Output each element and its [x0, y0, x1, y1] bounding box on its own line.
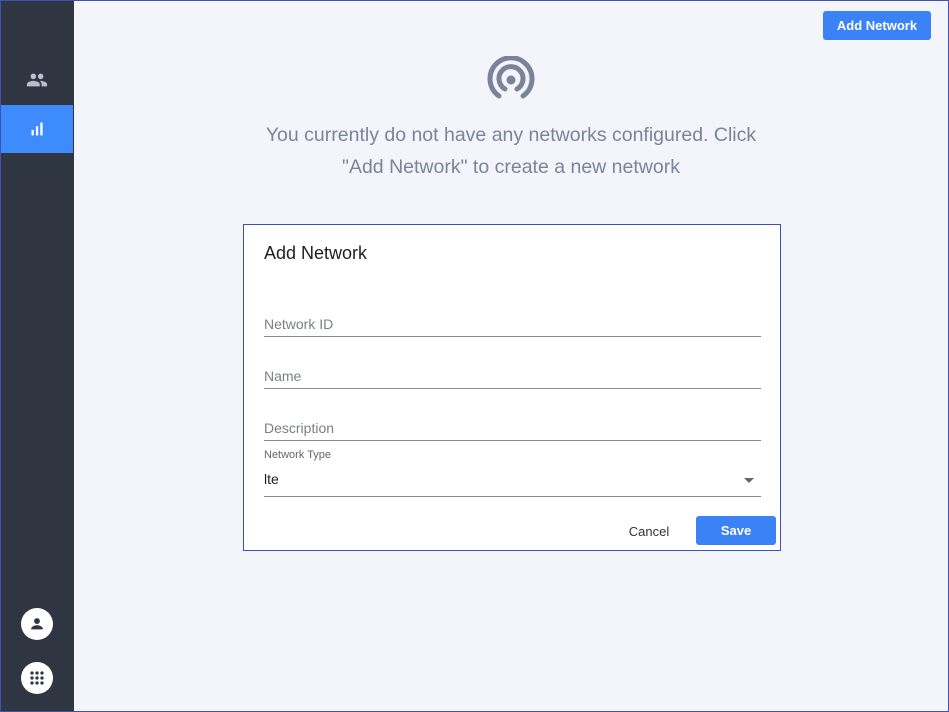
dialog-title: Add Network — [264, 243, 368, 263]
people-icon — [26, 73, 48, 87]
name-input[interactable] — [264, 368, 761, 384]
network-id-input[interactable] — [264, 316, 761, 332]
add-network-dialog: Add Network Network Type lte Cancel Save — [243, 224, 781, 551]
app-frame: Add Network You currently do not have an… — [0, 0, 949, 712]
network-type-select[interactable] — [264, 465, 761, 497]
save-button[interactable]: Save — [696, 516, 776, 545]
network-type-label: Network Type — [264, 449, 332, 461]
account-button[interactable] — [21, 608, 53, 640]
signal-broadcast-icon — [487, 56, 535, 99]
empty-state-line-2: "Add Network" to create a new network — [342, 156, 680, 178]
description-input[interactable] — [264, 420, 761, 436]
bar-chart-icon — [31, 122, 43, 136]
empty-state-message: You currently do not have any networks c… — [241, 119, 781, 183]
name-field — [264, 349, 761, 389]
sidebar-item-users[interactable] — [1, 56, 73, 104]
account-icon — [31, 618, 43, 630]
cancel-button[interactable]: Cancel — [614, 517, 684, 545]
add-network-button[interactable]: Add Network — [823, 11, 931, 40]
apps-button[interactable] — [21, 662, 53, 694]
sidebar-item-networks[interactable] — [1, 105, 73, 153]
empty-state-line-1: You currently do not have any networks c… — [265, 124, 757, 146]
sidebar — [1, 1, 74, 711]
network-id-field — [264, 297, 761, 337]
description-field — [264, 401, 761, 441]
apps-grid-icon — [30, 671, 44, 685]
